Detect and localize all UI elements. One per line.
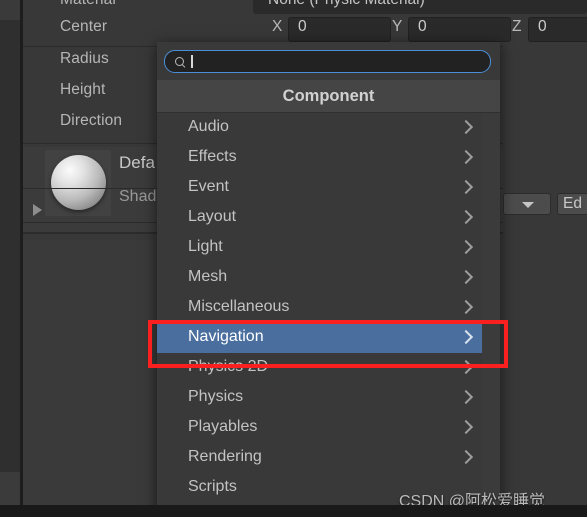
component-popup: Component Audio Effects Event Layout Light Me… [157,42,500,517]
component-category-list: Audio Effects Event Layout Light Mesh Miscella… [157,113,500,517]
component-category-light[interactable]: Light [157,233,482,263]
property-label-radius: Radius [60,50,109,67]
component-category-label: Scripts [188,478,237,495]
chevron-right-icon [458,419,474,435]
axis-label-x: X [272,18,283,35]
component-search-input[interactable] [164,50,491,73]
component-category-label: Miscellaneous [188,298,290,315]
component-category-effects[interactable]: Effects [157,143,482,173]
component-category-layout[interactable]: Layout [157,203,482,233]
bottom-status-bar [0,505,587,517]
chevron-down-icon [522,202,534,208]
component-category-label: Effects [188,148,237,165]
axis-value-y: 0 [418,18,427,35]
chevron-right-icon [458,149,474,165]
chevron-right-icon [458,329,474,345]
component-category-label: Physics [188,388,244,405]
chevron-right-icon [458,449,474,465]
component-popup-title: Component [282,87,375,105]
chevron-right-icon [458,239,474,255]
component-category-label: Mesh [188,268,228,285]
component-category-label: Rendering [188,448,262,465]
unity-editor-screenshot: Material Center Radius Height Direction None… [0,0,587,517]
axis-label-z: Z [512,18,522,35]
component-category-mesh[interactable]: Mesh [157,263,482,293]
edit-button-label: Ed [563,195,582,212]
foldout-triangle-icon[interactable] [33,204,42,216]
left-edge-strip-bottom [0,472,20,505]
search-icon [175,57,184,66]
component-search-area [157,42,500,80]
component-category-physics-2d[interactable]: Physics 2D [157,353,482,383]
property-label-direction: Direction [60,112,123,129]
component-list-scrollbar[interactable] [482,113,500,517]
chevron-right-icon [458,179,474,195]
physic-material-value: None (Physic Material) [268,0,425,9]
chevron-right-icon [458,269,474,285]
left-edge-strip-middle [0,20,20,472]
component-category-label: Event [188,178,229,195]
axis-value-z: 0 [538,18,547,35]
component-category-event[interactable]: Event [157,173,482,203]
text-cursor [191,55,193,68]
component-category-navigation[interactable]: Navigation [157,323,482,353]
axis-input-z[interactable] [528,17,587,42]
component-category-label: Layout [188,208,237,225]
chevron-right-icon [458,119,474,135]
component-category-physics[interactable]: Physics [157,383,482,413]
component-category-miscellaneous[interactable]: Miscellaneous [157,293,482,323]
component-category-label: Navigation [188,328,264,345]
component-category-rendering[interactable]: Rendering [157,443,482,473]
axis-label-y: Y [392,18,403,35]
chevron-right-icon [458,209,474,225]
axis-value-x: 0 [298,18,307,35]
component-category-audio[interactable]: Audio [157,113,482,143]
component-category-label: Playables [188,418,258,435]
component-category-label: Light [188,238,223,255]
material-name-label: Defa [119,153,155,172]
property-label-height: Height [60,81,106,98]
component-category-label: Physics 2D [188,358,269,375]
chevron-right-icon [458,389,474,405]
component-category-label: Audio [188,118,229,135]
chevron-right-icon [458,359,474,375]
property-label-center: Center [60,18,108,35]
property-label-material: Material [60,0,116,9]
left-edge-strip-top [0,0,20,20]
component-category-playables[interactable]: Playables [157,413,482,443]
chevron-right-icon [458,299,474,315]
material-preview-sphere-icon [51,155,106,210]
